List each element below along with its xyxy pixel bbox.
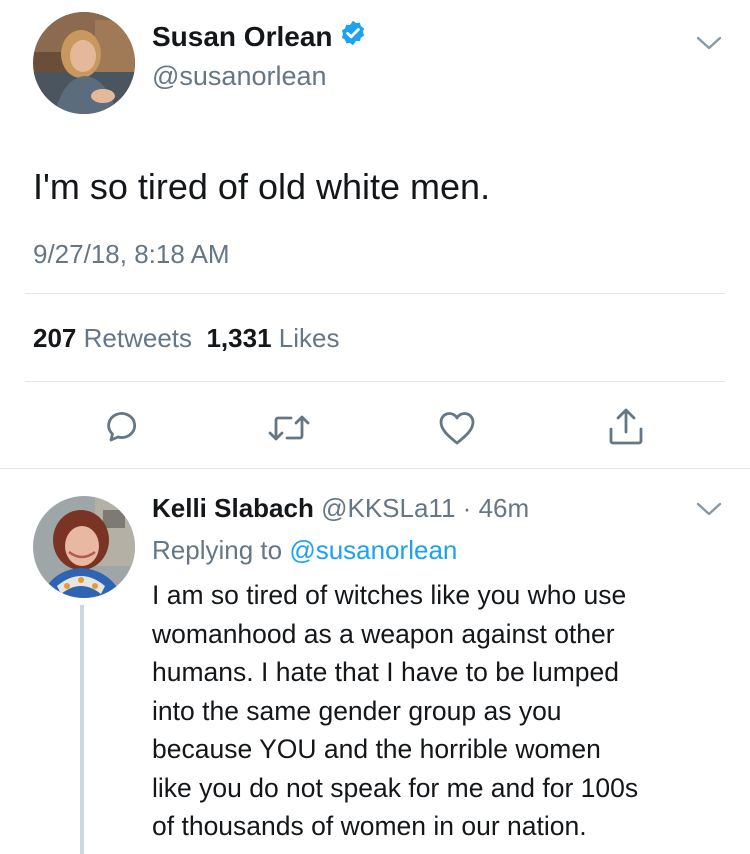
divider (0, 468, 750, 469)
reply-header: Kelli Slabach @KKSLa11 · 46m (152, 492, 529, 524)
reply-text-line: I am so tired of witches like you who us… (152, 580, 627, 610)
reply-author-name[interactable]: Kelli Slabach (152, 493, 314, 523)
like-icon[interactable] (433, 404, 481, 452)
retweet-count: 207 (33, 323, 77, 353)
replying-prefix: Replying to (152, 535, 283, 565)
tweet-timestamp[interactable]: 9/27/18, 8:18 AM (33, 238, 230, 270)
tweet-text: I'm so tired of old white men. (33, 166, 491, 207)
share-icon[interactable] (602, 402, 650, 450)
chevron-down-icon[interactable] (694, 28, 724, 58)
reply-text-line: of thousands of women in our nation. (152, 811, 587, 841)
author-avatar[interactable] (33, 12, 135, 114)
reply-chevron-down-icon[interactable] (694, 494, 724, 524)
like-count: 1,331 (206, 323, 272, 353)
reply-icon[interactable] (97, 404, 145, 452)
author-name[interactable]: Susan Orlean (152, 21, 333, 52)
reply-text-line: womanhood as a weapon against other (152, 618, 615, 649)
reply-text-line: like you do not speak for me and for 100… (152, 772, 639, 803)
reply-text: I am so tired of witches like you who us… (152, 576, 638, 846)
likes-stat[interactable]: 1,331 Likes (206, 323, 339, 353)
verified-badge-icon (339, 19, 367, 55)
reply-author-avatar[interactable] (33, 496, 135, 598)
replying-mention-link[interactable]: @susanorlean (289, 535, 457, 565)
replying-to: Replying to @susanorlean (152, 534, 457, 566)
retweet-label: Retweets (83, 323, 193, 353)
retweet-icon[interactable] (265, 404, 313, 452)
tweet-stats: 207 Retweets 1,331 Likes (33, 322, 339, 354)
reply-text-line: into the same gender group as you (152, 695, 562, 726)
reply-text-line: humans. I hate that I have to be lumped (152, 657, 619, 687)
reply-text-line: because YOU and the horrible women (152, 734, 601, 764)
divider (25, 381, 725, 382)
like-label: Likes (278, 323, 340, 353)
reply-author-handle[interactable]: @KKSLa11 (321, 493, 455, 523)
divider (25, 293, 725, 294)
thread-line (80, 605, 84, 854)
reply-separator: · (462, 493, 472, 523)
reply-time-ago: 46m (478, 493, 530, 523)
author-handle[interactable]: @susanorlean (152, 60, 327, 92)
retweets-stat[interactable]: 207 Retweets (33, 323, 192, 353)
author-name-row: Susan Orlean (152, 20, 367, 55)
